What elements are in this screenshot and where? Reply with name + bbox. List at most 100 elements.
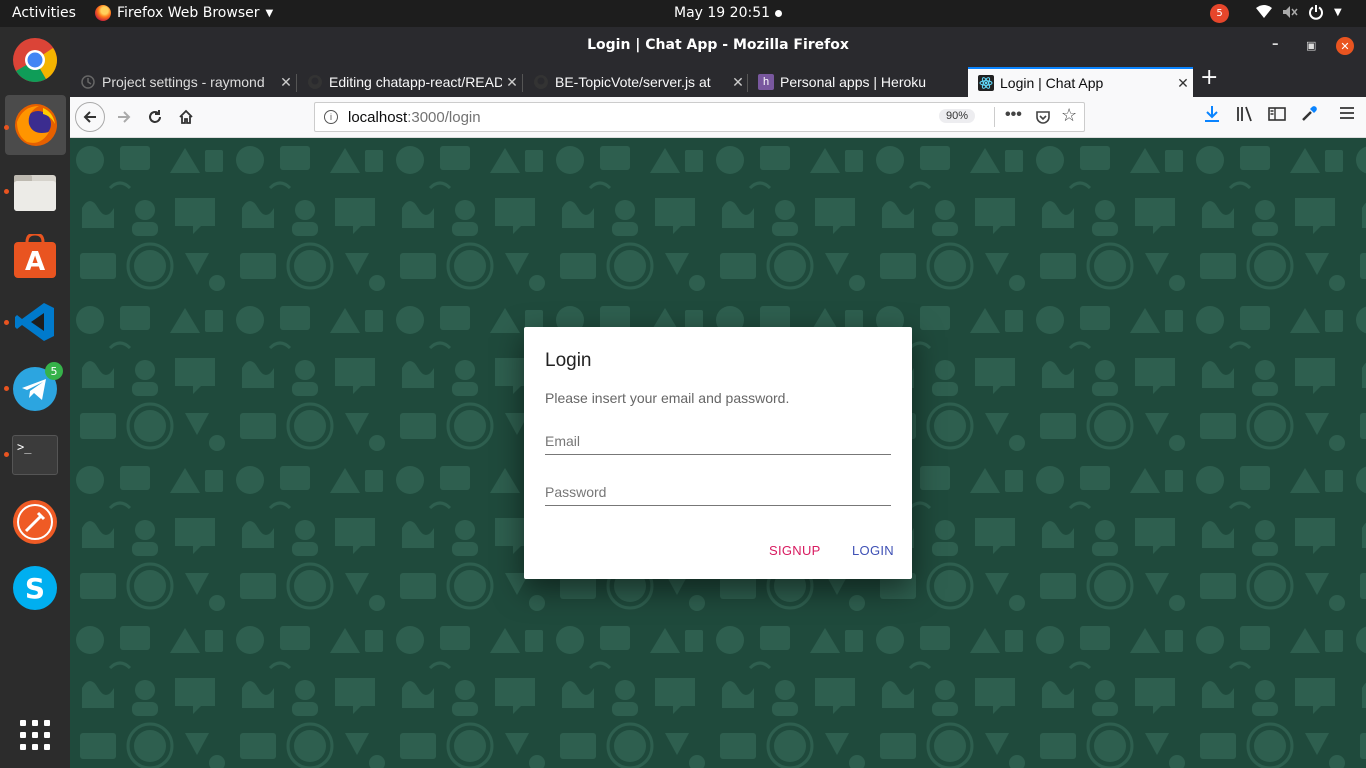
close-tab-icon[interactable]: ✕ [276,74,296,91]
firefox-icon [14,104,57,146]
tab-heroku[interactable]: h Personal apps | Heroku [748,67,968,97]
terminal-glyph: >_ [17,440,32,454]
password-field [545,478,891,506]
signup-button[interactable]: SIGNUP [769,543,821,558]
reload-icon [149,110,161,123]
dock-software[interactable]: A [10,232,60,282]
minimize-button[interactable]: – [1272,37,1279,52]
software-icon: A [14,234,56,278]
github-icon [534,75,548,89]
app-menu[interactable]: Firefox Web Browser ▼ [95,5,273,21]
terminal-icon: >_ [12,435,58,475]
hamburger-menu-icon[interactable] [1339,105,1355,121]
sidebar-icon[interactable] [1268,105,1286,123]
tab-be-topicvote[interactable]: BE-TopicVote/server.js at ✕ [523,67,748,97]
tab-label: Editing chatapp-react/README [329,74,502,90]
pocket-icon[interactable] [1035,109,1051,125]
dock-postman[interactable] [10,497,60,547]
dock-show-applications[interactable] [10,710,60,760]
history-icon [81,75,95,89]
dock-chrome[interactable] [10,35,60,85]
home-icon [179,109,193,124]
navigation-toolbar: i localhost:3000/login 90% ••• ☆ [70,97,1366,138]
email-input[interactable] [545,427,891,454]
app-menu-label: Firefox Web Browser [117,5,260,21]
eyedropper-icon[interactable] [1300,105,1318,123]
running-indicator [4,386,9,391]
notification-badge[interactable]: 5 [1210,4,1229,23]
top-bar: Activities Firefox Web Browser ▼ May 19 … [0,0,1366,27]
firefox-icon [95,5,111,21]
svg-text:S: S [25,572,45,605]
dock-files[interactable] [10,167,60,217]
wifi-icon [1256,5,1272,18]
tab-label: Personal apps | Heroku [780,74,927,90]
forward-button[interactable] [110,103,138,131]
volume-icon [1283,6,1298,18]
running-indicator [4,320,9,325]
url-bar[interactable]: i localhost:3000/login 90% ••• ☆ [314,102,1085,132]
close-tab-icon[interactable]: ✕ [502,74,522,91]
telegram-badge: 5 [45,362,63,380]
clock[interactable]: May 19 20:51 [674,5,783,21]
dock-skype[interactable]: S [10,563,60,613]
password-input[interactable] [545,478,891,505]
window-title: Login | Chat App - Mozilla Firefox [587,37,849,53]
running-indicator [4,125,9,130]
tab-label: Project settings - raymond [102,74,265,90]
files-icon [14,175,56,211]
tab-editing-chatapp[interactable]: Editing chatapp-react/README ✕ [297,67,522,97]
dock-firefox[interactable] [5,95,66,155]
skype-icon: S [13,566,57,610]
new-tab-button[interactable]: + [1200,65,1218,90]
activities-button[interactable]: Activities [12,5,76,21]
url-text[interactable]: localhost:3000/login [348,109,481,126]
close-tab-icon[interactable]: ✕ [728,74,748,91]
arrow-right-icon [118,111,131,123]
postman-icon [13,500,57,544]
page-content: Login Please insert your email and passw… [70,138,1366,768]
close-tab-icon[interactable]: ✕ [1173,75,1193,92]
reload-button[interactable] [141,103,169,131]
tab-login-chat-app[interactable]: Login | Chat App ✕ [968,67,1193,97]
arrow-left-icon [83,111,96,123]
url-host: localhost [348,109,408,126]
url-path: :3000/login [407,109,481,126]
tab-label: Login | Chat App [1000,75,1104,91]
github-icon [308,75,322,89]
login-button[interactable]: LOGIN [852,543,894,558]
dock: A 5 >_ S [0,27,70,768]
tab-project-settings[interactable]: Project settings - raymond ✕ [70,67,296,97]
react-icon [978,75,994,91]
firefox-window: Login | Chat App - Mozilla Firefox – ▣ ✕… [70,27,1366,768]
dock-vscode[interactable] [10,297,60,347]
info-icon[interactable]: i [324,110,338,124]
dialog-title: Login [545,350,592,371]
app-grid-icon [20,720,50,750]
power-icon [1309,5,1323,20]
notification-dot-icon [775,9,783,17]
url-separator [994,107,995,127]
downloads-icon[interactable] [1204,105,1220,123]
bookmark-star-icon[interactable]: ☆ [1061,105,1077,126]
login-dialog: Login Please insert your email and passw… [524,327,912,579]
dock-terminal[interactable]: >_ [10,430,60,480]
library-icon[interactable] [1236,105,1254,123]
email-field [545,427,891,455]
svg-text:A: A [25,247,45,277]
page-actions-icon[interactable]: ••• [1005,106,1022,124]
clock-label: May 19 20:51 [674,5,771,21]
chevron-down-icon: ▼ [265,7,274,19]
maximize-button[interactable]: ▣ [1306,39,1316,52]
back-button[interactable] [75,102,105,132]
zoom-indicator[interactable]: 90% [939,109,976,123]
home-button[interactable] [172,103,200,131]
dialog-description: Please insert your email and password. [545,390,790,406]
system-tray[interactable]: ▼ [1256,4,1342,20]
heroku-icon: h [758,74,774,90]
close-window-button[interactable]: ✕ [1336,37,1354,55]
title-bar[interactable]: Login | Chat App - Mozilla Firefox – ▣ ✕ [70,27,1366,65]
running-indicator [4,452,9,457]
vscode-icon [15,303,54,341]
running-indicator [4,189,9,194]
